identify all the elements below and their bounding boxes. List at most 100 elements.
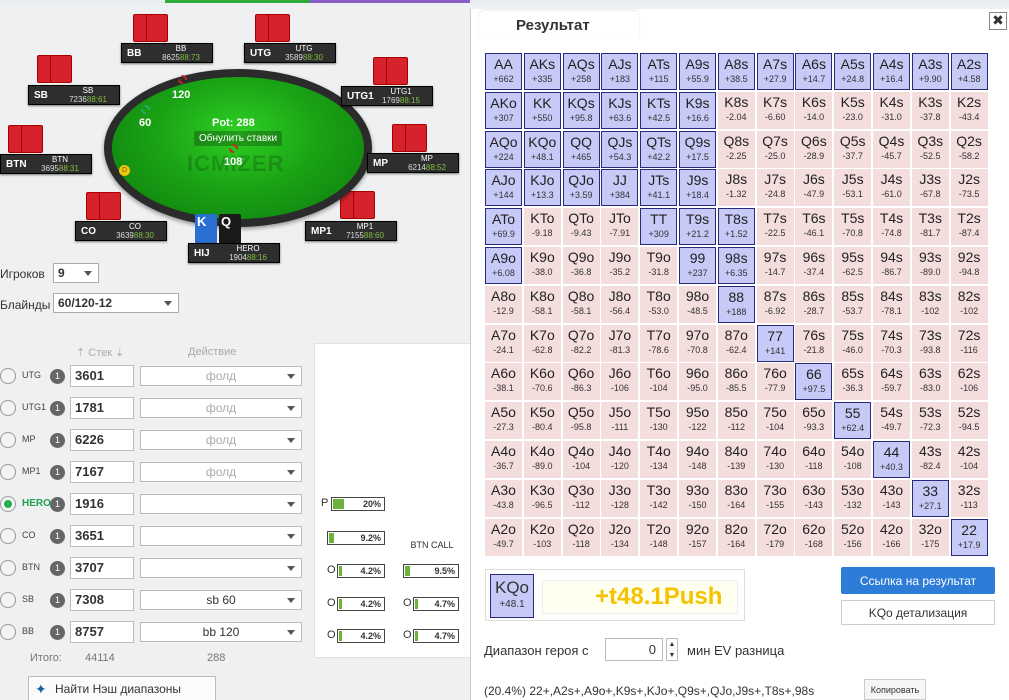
range-cell[interactable]: J8o -56.4 (601, 285, 639, 323)
radio-bb[interactable] (0, 624, 16, 640)
range-cell[interactable]: 72o -179 (756, 518, 794, 556)
range-cell[interactable]: 53s -72.3 (911, 402, 949, 440)
range-cell[interactable]: 83o -164 (717, 479, 755, 517)
range-cell[interactable]: J3o -128 (601, 479, 639, 517)
range-cell[interactable]: KJo +13.3 (523, 169, 561, 207)
range-cell[interactable]: 73o -155 (756, 479, 794, 517)
range-cell[interactable]: QQ +465 (562, 130, 600, 168)
seat-bb[interactable]: BB BB 862588:73 (121, 43, 213, 63)
range-cell[interactable]: ATo +69.9 (485, 208, 522, 246)
range-cell[interactable]: 92o -157 (679, 518, 716, 556)
range-cell[interactable]: 72s -116 (950, 324, 988, 362)
copy-button[interactable]: Копировать (864, 679, 926, 700)
range-cell[interactable]: 42s -104 (950, 441, 988, 478)
find-nash-button[interactable]: ✦ Найти Нэш диапазоны (28, 676, 216, 700)
range-cell[interactable]: KK +550 (523, 91, 561, 129)
range-cell[interactable]: A7s +27.9 (756, 53, 794, 90)
range-cell[interactable]: AA +662 (485, 53, 522, 90)
range-cell[interactable]: 32o -175 (911, 518, 949, 556)
seat-co[interactable]: CO CO 363988:30 (75, 221, 167, 241)
range-cell[interactable]: T6s -46.1 (795, 208, 833, 246)
range-cell[interactable]: K4s -31.0 (873, 91, 910, 129)
range-cell[interactable]: 65o -93.3 (795, 402, 833, 440)
min-ev-input[interactable]: 0 (605, 638, 663, 661)
seat-mp1[interactable]: MP1 MP1 715588:60 (305, 221, 397, 241)
seat-btn[interactable]: BTN BTN 369588:31 (0, 154, 92, 174)
range-cell[interactable]: 63o -143 (795, 479, 833, 517)
range-cell[interactable]: QTo -9.43 (562, 208, 600, 246)
range-cell[interactable]: 96o -95.0 (679, 363, 716, 401)
range-cell[interactable]: 98o -48.5 (679, 285, 716, 323)
range-cell[interactable]: T5o -130 (640, 402, 678, 440)
range-cell[interactable]: K9o -38.0 (523, 247, 561, 284)
radio-sb[interactable] (0, 592, 16, 608)
range-cell[interactable]: Q3o -112 (562, 479, 600, 517)
range-cell[interactable]: A5s +24.8 (834, 53, 872, 90)
range-cell[interactable]: 84s -78.1 (873, 285, 910, 323)
range-cell[interactable]: AJo +144 (485, 169, 522, 207)
range-cell[interactable]: 77 +141 (756, 324, 794, 362)
range-cell[interactable]: J2s -73.5 (950, 169, 988, 207)
range-cell[interactable]: J9o -35.2 (601, 247, 639, 284)
close-icon[interactable]: ✖ (989, 12, 1007, 30)
range-cell[interactable]: KTo -9.18 (523, 208, 561, 246)
stack-input-hero[interactable]: 1916 (70, 493, 134, 515)
range-cell[interactable]: KQs +95.8 (562, 91, 600, 129)
range-cell[interactable]: 87o -62.4 (717, 324, 755, 362)
range-cell[interactable]: 87s -6.92 (756, 285, 794, 323)
range-cell[interactable]: 52s -94.5 (950, 402, 988, 440)
range-cell[interactable]: T3o -142 (640, 479, 678, 517)
range-cell[interactable]: 43o -143 (873, 479, 910, 517)
seat-mp[interactable]: MP MP 621488:52 (367, 153, 459, 173)
range-cell[interactable]: 52o -156 (834, 518, 872, 556)
range-cell[interactable]: 32s -113 (950, 479, 988, 517)
range-cell[interactable]: A9s +55.9 (679, 53, 716, 90)
range-cell[interactable]: T4o -134 (640, 441, 678, 478)
range-cell[interactable]: A4s +16.4 (873, 53, 910, 90)
range-cell[interactable]: 82s -102 (950, 285, 988, 323)
range-cell[interactable]: A8o -12.9 (485, 285, 522, 323)
range-cell[interactable]: 33 +27.1 (911, 479, 949, 517)
range-cell[interactable]: 74s -70.3 (873, 324, 910, 362)
range-cell[interactable]: J8s -1.32 (717, 169, 755, 207)
range-cell[interactable]: QTs +42.2 (640, 130, 678, 168)
range-cell[interactable]: J9s +18.4 (679, 169, 716, 207)
seat-sb[interactable]: SB SB 723688:61 (28, 85, 120, 105)
range-cell[interactable]: A4o -36.7 (485, 441, 522, 478)
range-cell[interactable]: Q8s -2.25 (717, 130, 755, 168)
range-cell[interactable]: 95s -62.5 (834, 247, 872, 284)
range-cell[interactable]: JTo -7.91 (601, 208, 639, 246)
range-cell[interactable]: 54o -108 (834, 441, 872, 478)
range-cell[interactable]: 64s -59.7 (873, 363, 910, 401)
range-cell[interactable]: K2o -103 (523, 518, 561, 556)
range-cell[interactable]: K7o -62.8 (523, 324, 561, 362)
stack-input-bb[interactable]: 8757 (70, 621, 134, 643)
range-cell[interactable]: K8s -2.04 (717, 91, 755, 129)
range-cell[interactable]: J2o -134 (601, 518, 639, 556)
range-cell[interactable]: A9o +6.08 (485, 247, 522, 284)
range-cell[interactable]: 62o -168 (795, 518, 833, 556)
range-cell[interactable]: 84o -139 (717, 441, 755, 478)
range-cell[interactable]: 22 +17.9 (950, 518, 988, 556)
range-cell[interactable]: Q7s -25.0 (756, 130, 794, 168)
range-cell[interactable]: 94s -86.7 (873, 247, 910, 284)
range-cell[interactable]: J5o -111 (601, 402, 639, 440)
range-cell[interactable]: A2s +4.58 (950, 53, 988, 90)
action-select-utg[interactable]: фолд (140, 366, 302, 386)
range-cell[interactable]: T6o -104 (640, 363, 678, 401)
range-cell[interactable]: QJs +54.3 (601, 130, 639, 168)
range-cell[interactable]: TT +309 (640, 208, 678, 246)
range-cell[interactable]: T7s -22.5 (756, 208, 794, 246)
range-cell[interactable]: T7o -78.6 (640, 324, 678, 362)
range-cell[interactable]: K3s -37.8 (911, 91, 949, 129)
range-cell[interactable]: 75s -46.0 (834, 324, 872, 362)
range-cell[interactable]: AQs +258 (562, 53, 600, 90)
radio-btn[interactable] (0, 560, 16, 576)
range-cell[interactable]: Q2s -58.2 (950, 130, 988, 168)
range-cell[interactable]: 85s -53.7 (834, 285, 872, 323)
range-cell[interactable]: 44 +40.3 (873, 441, 910, 478)
range-cell[interactable]: T2s -87.4 (950, 208, 988, 246)
range-cell[interactable]: 99 +237 (679, 247, 716, 284)
range-cell[interactable]: Q4o -104 (562, 441, 600, 478)
range-cell[interactable]: 93s -89.0 (911, 247, 949, 284)
